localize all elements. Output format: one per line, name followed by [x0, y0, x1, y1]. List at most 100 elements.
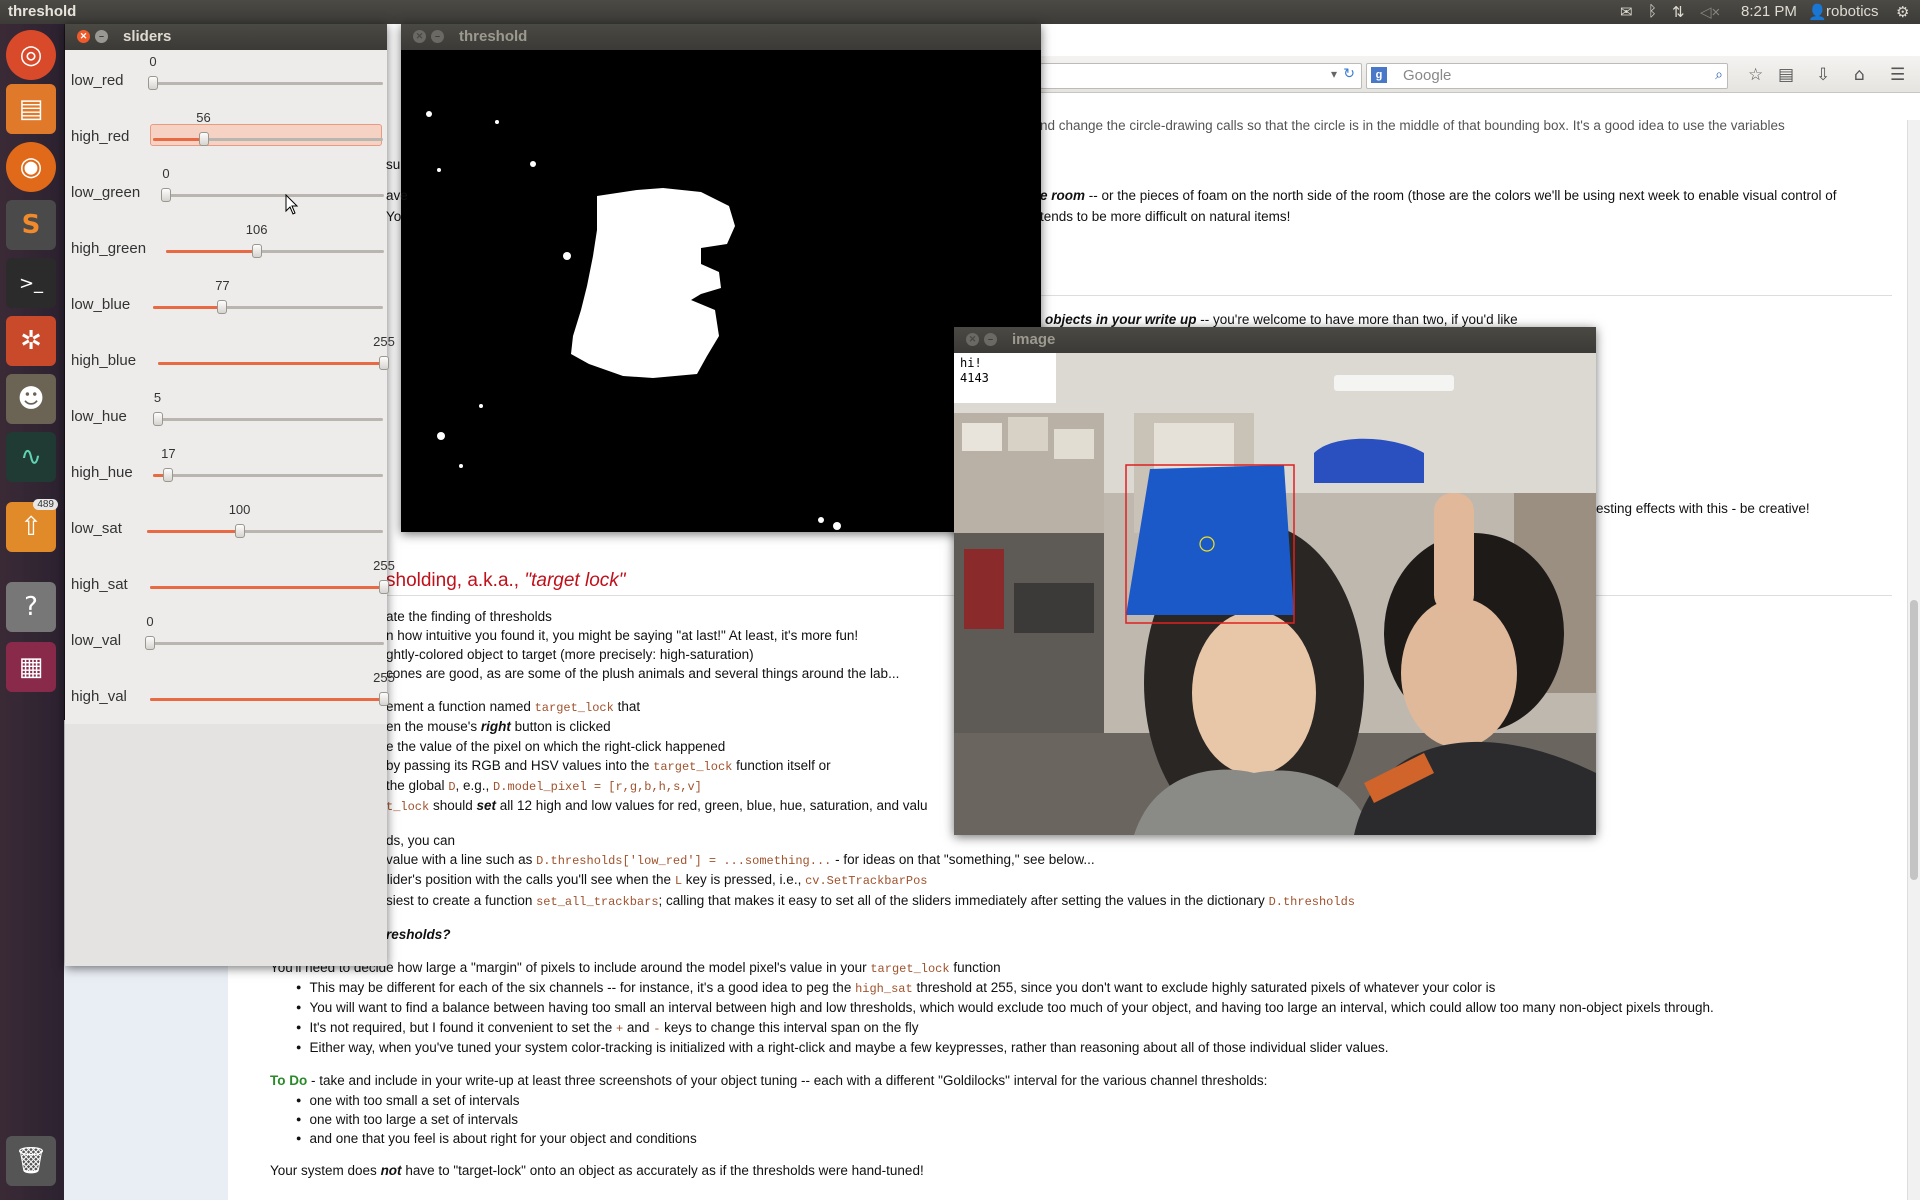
network-icon[interactable]: ⇅	[1672, 3, 1685, 21]
slider-list: low_red 0 high_red 56 low_green 0 high_green 10…	[65, 54, 395, 754]
slider-track[interactable]	[148, 76, 383, 90]
image-window[interactable]: ✕ – image hi! 4143	[954, 327, 1596, 835]
reload-icon[interactable]: ↻	[1343, 66, 1355, 82]
slider-handle[interactable]	[198, 132, 209, 146]
update-count-badge: 489	[33, 499, 58, 510]
slider-handle[interactable]	[234, 524, 245, 538]
sliders-titlebar[interactable]: ✕ – sliders	[65, 24, 387, 50]
slider-handle[interactable]	[217, 300, 228, 314]
gear-icon[interactable]: ⚙	[1896, 3, 1909, 21]
mask-speck	[818, 517, 824, 523]
doc-text: It's not required, but I found it conven…	[309, 1020, 616, 1035]
threshold-window[interactable]: ✕ – threshold	[401, 24, 1041, 532]
clock[interactable]: 8:21 PM	[1741, 3, 1797, 20]
reading-list-icon[interactable]: ▤	[1778, 65, 1794, 85]
slider-track[interactable]	[153, 468, 383, 482]
mask-speck	[530, 161, 536, 167]
slider-high-sat[interactable]: high_sat 255	[65, 558, 395, 614]
slider-high-blue[interactable]: high_blue 255	[65, 334, 395, 390]
bluetooth-icon[interactable]: ᛒ	[1648, 3, 1657, 20]
slider-high-red[interactable]: high_red 56	[65, 110, 387, 166]
software-updater-icon[interactable]: ⇧ 489	[6, 499, 58, 552]
ubuntu-dash-icon[interactable]: ◎	[6, 30, 56, 80]
minimize-icon[interactable]: –	[95, 30, 108, 43]
close-icon[interactable]: ✕	[966, 333, 979, 346]
search-icon[interactable]: ⌕	[1715, 66, 1723, 83]
doc-line: the global D, e.g., D.model_pixel = [r,g…	[386, 778, 702, 794]
slider-handle[interactable]	[145, 636, 155, 650]
slider-track[interactable]	[150, 580, 389, 594]
slider-low-val[interactable]: low_val 0	[65, 614, 387, 670]
doc-text: the global	[386, 778, 449, 793]
slider-track[interactable]	[152, 412, 383, 426]
slider-low-sat[interactable]: low_sat 100	[65, 502, 387, 558]
doc-text: slider's position with the calls you'll …	[380, 872, 675, 887]
slider-low-red[interactable]: low_red 0	[65, 54, 387, 110]
threshold-titlebar[interactable]: ✕ – threshold	[401, 24, 1041, 50]
slider-handle[interactable]	[379, 692, 389, 706]
search-input[interactable]: g Google ⌕	[1366, 63, 1728, 89]
threshold-mask-image	[401, 50, 1041, 532]
slider-label: low_val	[71, 632, 122, 649]
slider-low-blue[interactable]: low_blue 77	[65, 278, 387, 334]
slider-track[interactable]	[150, 692, 389, 706]
slider-handle[interactable]	[163, 468, 174, 482]
chevron-down-icon[interactable]: ▾	[1331, 67, 1337, 81]
slider-track[interactable]	[145, 636, 384, 650]
scrollbar[interactable]	[1907, 120, 1920, 1200]
home-icon[interactable]: ⌂	[1854, 65, 1865, 85]
doc-line: cones are good, as are some of the plush…	[386, 666, 900, 681]
system-monitor-icon[interactable]: ∿	[6, 432, 56, 482]
files-icon[interactable]: ▤	[6, 84, 56, 134]
bookmark-star-icon[interactable]: ☆	[1748, 65, 1763, 85]
slider-high-green[interactable]: high_green 106	[65, 222, 387, 278]
download-icon[interactable]: ⇩	[1816, 65, 1830, 85]
top-panel: threshold ✉ ᛒ ⇅ ◁× 8:21 PM 👤 robotics ⚙	[0, 0, 1920, 24]
slider-track[interactable]	[161, 188, 384, 202]
mail-icon[interactable]: ✉	[1620, 3, 1633, 21]
list-item: and one that you feel is about right for…	[296, 1131, 696, 1146]
close-icon[interactable]: ✕	[77, 30, 90, 43]
trash-icon[interactable]: 🗑	[6, 1136, 56, 1186]
slider-handle[interactable]	[148, 76, 158, 90]
url-bar[interactable]: ▾ ↻	[1040, 63, 1362, 89]
camera-feed[interactable]: hi! 4143	[954, 353, 1596, 835]
slider-handle[interactable]	[251, 244, 262, 258]
minimize-icon[interactable]: –	[984, 333, 997, 346]
slider-track[interactable]	[153, 300, 383, 314]
slider-track[interactable]	[158, 356, 389, 370]
search-engine-icon[interactable]: g	[1371, 67, 1387, 83]
doc-text: This may be different for each of the si…	[309, 980, 856, 995]
slider-value: 56	[196, 110, 211, 125]
doc-text: value with a line such as	[386, 852, 537, 867]
slider-low-green[interactable]: low_green 0	[65, 166, 387, 222]
user-menu[interactable]: robotics	[1826, 3, 1879, 20]
slider-label: low_red	[71, 72, 124, 89]
doc-text: have to "target-lock" onto an object as …	[401, 1163, 924, 1178]
inline-code: D.model_pixel = [r,g,b,h,s,v]	[493, 780, 702, 794]
gimp-icon[interactable]: ☻	[6, 374, 56, 424]
menu-icon[interactable]: ☰	[1890, 65, 1905, 85]
terminal-icon[interactable]: >_	[6, 258, 56, 308]
slider-track[interactable]	[147, 524, 383, 538]
slider-track[interactable]	[153, 132, 383, 146]
sliders-window[interactable]: ✕ – sliders low_red 0 high_red 56 low_green 0…	[65, 24, 395, 966]
minimize-icon[interactable]: –	[431, 30, 444, 43]
slider-handle[interactable]	[161, 188, 171, 202]
close-icon[interactable]: ✕	[413, 30, 426, 43]
slider-high-hue[interactable]: high_hue 17	[65, 446, 387, 502]
sublime-text-icon[interactable]: S	[6, 200, 56, 250]
slider-handle[interactable]	[379, 356, 389, 370]
slider-handle[interactable]	[152, 412, 163, 426]
scrollbar-thumb[interactable]	[1910, 600, 1918, 880]
volume-mute-icon[interactable]: ◁×	[1700, 3, 1720, 21]
slider-low-hue[interactable]: low_hue 5	[65, 390, 387, 446]
slider-track[interactable]	[166, 244, 384, 258]
workspace-switcher-icon[interactable]: ▦	[6, 642, 56, 692]
help-icon[interactable]: ?	[6, 582, 56, 632]
slider-handle[interactable]	[379, 580, 389, 594]
firefox-icon[interactable]: ◉	[6, 142, 56, 192]
image-titlebar[interactable]: ✕ – image	[954, 327, 1596, 353]
slider-high-val[interactable]: high_val 255	[65, 670, 395, 726]
system-settings-icon[interactable]: ✲	[6, 316, 56, 366]
